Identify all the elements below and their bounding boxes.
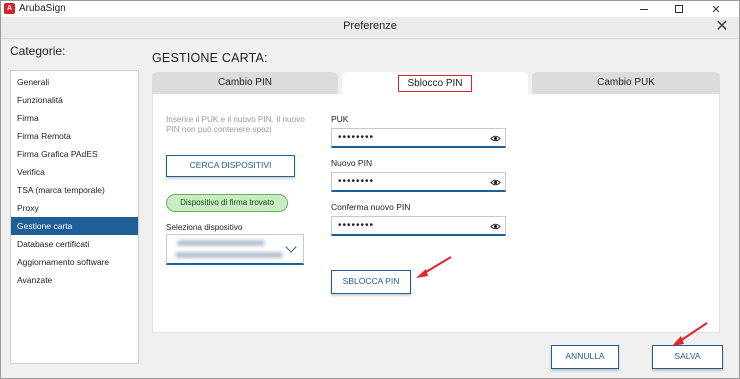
puk-label: PUK [331,114,349,124]
confirm-pin-field[interactable]: •••••••• [331,216,506,236]
minimize-icon [640,8,648,10]
sidebar-item-firma[interactable]: Firma [11,109,138,127]
window-close-button[interactable]: ✕ [703,1,729,17]
sidebar-item-database-certificati[interactable]: Database certificati [11,235,138,253]
annotation-arrow-icon [416,256,452,278]
close-icon: ✕ [715,18,729,35]
sidebar-item-generali[interactable]: Generali [11,73,138,91]
new-pin-label: Nuovo PIN [331,158,373,168]
status-badge: Dispositivo di firma trovato [166,194,288,212]
annotation-arrow-icon [672,322,708,346]
eye-icon[interactable] [490,221,501,232]
app-name: ArubaSign [19,3,66,14]
sidebar-item-avanzate[interactable]: Avanzate [11,271,138,289]
close-icon: ✕ [711,3,721,16]
tab-sblocco-pin[interactable]: Sblocco PIN [342,72,528,94]
maximize-icon [675,5,683,13]
sidebar-title: Categorie: [10,44,66,58]
tab-label: Sblocco PIN [398,75,472,92]
unlock-pin-button[interactable]: SBLOCCA PIN [331,270,411,294]
dialog-title: Preferenze [343,20,397,32]
sidebar-item-tsa[interactable]: TSA (marca temporale) [11,181,138,199]
dialog-header: Preferenze ✕ [1,17,739,39]
sidebar-item-proxy[interactable]: Proxy [11,199,138,217]
device-id-redacted [175,252,283,258]
maximize-button[interactable] [666,1,692,17]
sidebar-item-funzionalita[interactable]: Funzionalità [11,91,138,109]
confirm-pin-value: •••••••• [338,220,375,231]
device-select[interactable] [166,234,304,265]
search-devices-button[interactable]: CERCA DISPOSITIVI [166,155,295,177]
chevron-down-icon [285,241,297,253]
tab-cambio-puk[interactable]: Cambio PUK [532,72,720,94]
eye-icon[interactable] [490,133,501,144]
section-title: GESTIONE CARTA: [152,51,268,65]
new-pin-value: •••••••• [338,176,375,187]
device-name-redacted [177,240,265,246]
sidebar-item-verifica[interactable]: Verifica [11,163,138,181]
minimize-button[interactable] [631,1,657,17]
preferences-window: A ArubaSign ✕ Preferenze ✕ Categorie: Ge… [0,0,740,379]
new-pin-field[interactable]: •••••••• [331,172,506,192]
puk-value: •••••••• [338,132,375,143]
arubasign-logo-icon: A [4,3,15,14]
sidebar-item-gestione-carta[interactable]: Gestione carta [11,217,138,235]
categories-sidebar: Generali Funzionalità Firma Firma Remota… [10,70,139,364]
confirm-pin-label: Conferma nuovo PIN [331,202,411,212]
puk-field[interactable]: •••••••• [331,128,506,148]
tab-cambio-pin[interactable]: Cambio PIN [152,72,338,94]
sidebar-item-firma-remota[interactable]: Firma Remota [11,127,138,145]
save-button[interactable]: SALVA [652,345,723,369]
instructions-text: Inserire il PUK e il nuovo PIN. Il nuovo… [166,115,305,134]
os-title-bar: A ArubaSign ✕ [1,1,739,17]
eye-icon[interactable] [490,177,501,188]
dialog-close-button[interactable]: ✕ [712,17,732,37]
sidebar-item-aggiornamento-software[interactable]: Aggiornamento software [11,253,138,271]
cancel-button[interactable]: ANNULLA [551,345,619,369]
device-select-label: Seleziona dispositivo [166,223,243,232]
sidebar-item-firma-grafica-pades[interactable]: Firma Grafica PAdES [11,145,138,163]
